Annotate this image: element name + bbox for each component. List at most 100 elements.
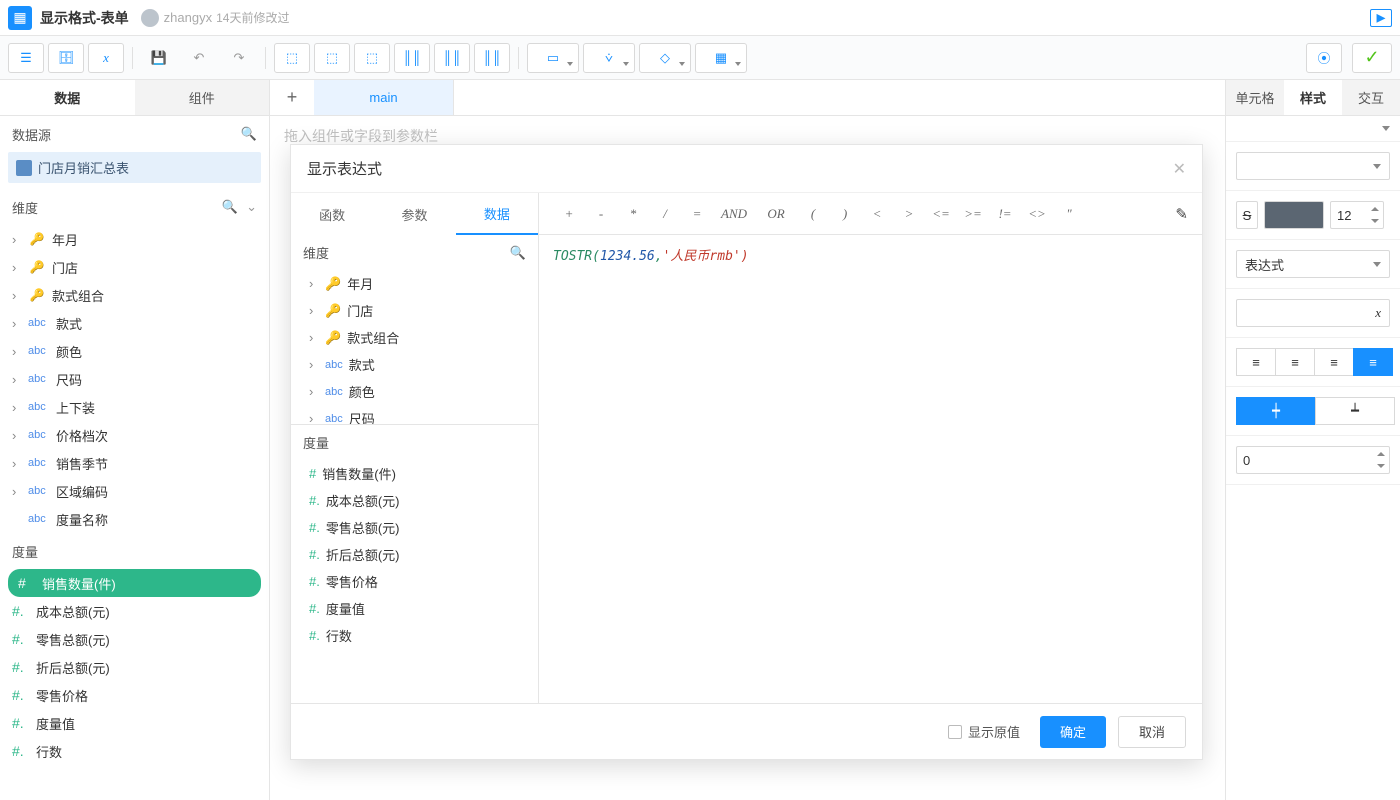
format-select[interactable]: 表达式 [1236, 250, 1390, 278]
modal-mea-item[interactable]: #.成本总额(元) [291, 487, 538, 514]
op-gte[interactable]: >= [957, 206, 989, 222]
cancel-button[interactable]: 取消 [1118, 716, 1186, 748]
db-button[interactable]: 🗄 [48, 43, 84, 73]
measure-item[interactable]: #销售数量(件) [8, 569, 261, 597]
modal-dim-item[interactable]: ›🔑门店 [291, 297, 538, 324]
search-icon[interactable]: 🔍 [222, 199, 238, 215]
modal-mea-item[interactable]: #.度量值 [291, 595, 538, 622]
dim-item[interactable]: ›abc价格档次 [0, 421, 269, 449]
collapse-icon[interactable] [1382, 126, 1390, 131]
modal-tab-data[interactable]: 数据 [456, 193, 538, 235]
op-lte[interactable]: <= [925, 206, 957, 222]
tab-data[interactable]: 数据 [0, 80, 135, 115]
magic-wand-icon[interactable]: ✎ [1175, 205, 1188, 223]
filter-dropdown[interactable]: ⩒ [583, 43, 635, 73]
menu-button[interactable]: ☰ [8, 43, 44, 73]
op-ne2[interactable]: <> [1021, 206, 1053, 222]
op-neq[interactable]: != [989, 206, 1021, 222]
op-and[interactable]: AND [713, 206, 755, 222]
op-rparen[interactable]: ) [829, 206, 861, 222]
strikethrough-button[interactable]: S [1236, 201, 1258, 229]
valign-middle-button[interactable]: ┿ [1236, 397, 1316, 425]
dim-item[interactable]: ›🔑款式组合 [0, 281, 269, 309]
op-div[interactable]: / [649, 206, 681, 222]
op-or[interactable]: OR [755, 206, 797, 222]
undo-button[interactable]: ↶ [181, 43, 217, 73]
confirm-button[interactable]: ✓ [1352, 43, 1392, 73]
redo-button[interactable]: ↷ [221, 43, 257, 73]
modal-mea-item[interactable]: #.行数 [291, 622, 538, 649]
dim-item[interactable]: ›abc颜色 [0, 337, 269, 365]
op-lt[interactable]: < [861, 206, 893, 222]
dim-item[interactable]: ›abc区域编码 [0, 477, 269, 505]
measure-item[interactable]: #.折后总额(元) [0, 653, 269, 681]
align-left-button[interactable]: ≡ [1236, 348, 1276, 376]
measure-item[interactable]: #.度量值 [0, 709, 269, 737]
expression-editor[interactable]: TOSTR(1234.56,'人民币rmb') [539, 235, 1202, 274]
add-tab-button[interactable]: + [270, 80, 314, 115]
expr-input[interactable]: x [1236, 299, 1390, 327]
fx-button[interactable]: x [88, 43, 124, 73]
search-icon[interactable]: 🔍 [510, 245, 526, 261]
tab-style[interactable]: 样式 [1284, 80, 1342, 115]
measure-item[interactable]: #.行数 [0, 737, 269, 765]
font-size-input[interactable]: 12 [1330, 201, 1384, 229]
measure-item[interactable]: #.零售总额(元) [0, 625, 269, 653]
dim-item[interactable]: ›🔑年月 [0, 225, 269, 253]
chevron-down-icon[interactable]: ⌄ [246, 199, 257, 215]
measure-item[interactable]: #.零售价格 [0, 681, 269, 709]
param-dropdown[interactable]: ◇ [639, 43, 691, 73]
distribute-h-button[interactable]: ║║ [394, 43, 430, 73]
dim-item[interactable]: ›abc上下装 [0, 393, 269, 421]
dim-item[interactable]: ›abc款式 [0, 309, 269, 337]
op-quote[interactable]: " [1053, 206, 1085, 222]
valign-bottom-button[interactable]: ┷ [1315, 397, 1395, 425]
show-raw-checkbox[interactable]: 显示原值 [948, 722, 1020, 741]
align-right-button[interactable]: ⬚ [354, 43, 390, 73]
modal-tab-functions[interactable]: 函数 [291, 193, 373, 235]
tab-interact[interactable]: 交互 [1342, 80, 1400, 115]
align-right-button[interactable]: ≡ [1314, 348, 1354, 376]
dim-item[interactable]: abc度量名称 [0, 505, 269, 533]
dim-item[interactable]: ›abc尺码 [0, 365, 269, 393]
insert-dropdown[interactable]: ▭ [527, 43, 579, 73]
op-minus[interactable]: - [585, 206, 617, 222]
dim-item[interactable]: ›abc销售季节 [0, 449, 269, 477]
op-mul[interactable]: * [617, 206, 649, 222]
distribute-button[interactable]: ║║ [474, 43, 510, 73]
align-justify-button[interactable]: ≡ [1353, 348, 1393, 376]
modal-tab-params[interactable]: 参数 [373, 193, 455, 235]
tab-main[interactable]: main [314, 80, 454, 115]
modal-dim-item[interactable]: ›🔑款式组合 [291, 324, 538, 351]
color-swatch[interactable] [1264, 201, 1324, 229]
close-icon[interactable]: ✕ [1173, 159, 1186, 179]
ok-button[interactable]: 确定 [1040, 716, 1106, 748]
search-icon[interactable]: 🔍 [241, 126, 257, 142]
modal-mea-item[interactable]: #.零售总额(元) [291, 514, 538, 541]
inspect-button[interactable]: ⦿ [1306, 43, 1342, 73]
align-center-button[interactable]: ≡ [1275, 348, 1315, 376]
modal-dim-item[interactable]: ›🔑年月 [291, 270, 538, 297]
tab-components[interactable]: 组件 [135, 80, 270, 115]
datasource-item[interactable]: 门店月销汇总表 [8, 152, 261, 183]
op-eq[interactable]: = [681, 206, 713, 222]
grid-dropdown[interactable]: ▦ [695, 43, 747, 73]
modal-dim-item[interactable]: ›abc颜色 [291, 378, 538, 405]
indent-input[interactable]: 0 [1236, 446, 1390, 474]
op-gt[interactable]: > [893, 206, 925, 222]
op-lparen[interactable]: ( [797, 206, 829, 222]
modal-dim-item[interactable]: ›abc尺码 [291, 405, 538, 425]
measure-item[interactable]: #.成本总额(元) [0, 597, 269, 625]
tab-cell[interactable]: 单元格 [1226, 80, 1284, 115]
save-button[interactable]: 💾 [141, 43, 177, 73]
dim-item[interactable]: ›🔑门店 [0, 253, 269, 281]
distribute-v-button[interactable]: ║║ [434, 43, 470, 73]
modal-dim-item[interactable]: ›abc款式 [291, 351, 538, 378]
font-family-select[interactable] [1236, 152, 1390, 180]
align-left-button[interactable]: ⬚ [274, 43, 310, 73]
preview-button[interactable]: ▸ [1370, 9, 1392, 27]
align-center-button[interactable]: ⬚ [314, 43, 350, 73]
modal-mea-item[interactable]: #.折后总额(元) [291, 541, 538, 568]
op-plus[interactable]: + [553, 206, 585, 222]
modal-mea-item[interactable]: #.零售价格 [291, 568, 538, 595]
